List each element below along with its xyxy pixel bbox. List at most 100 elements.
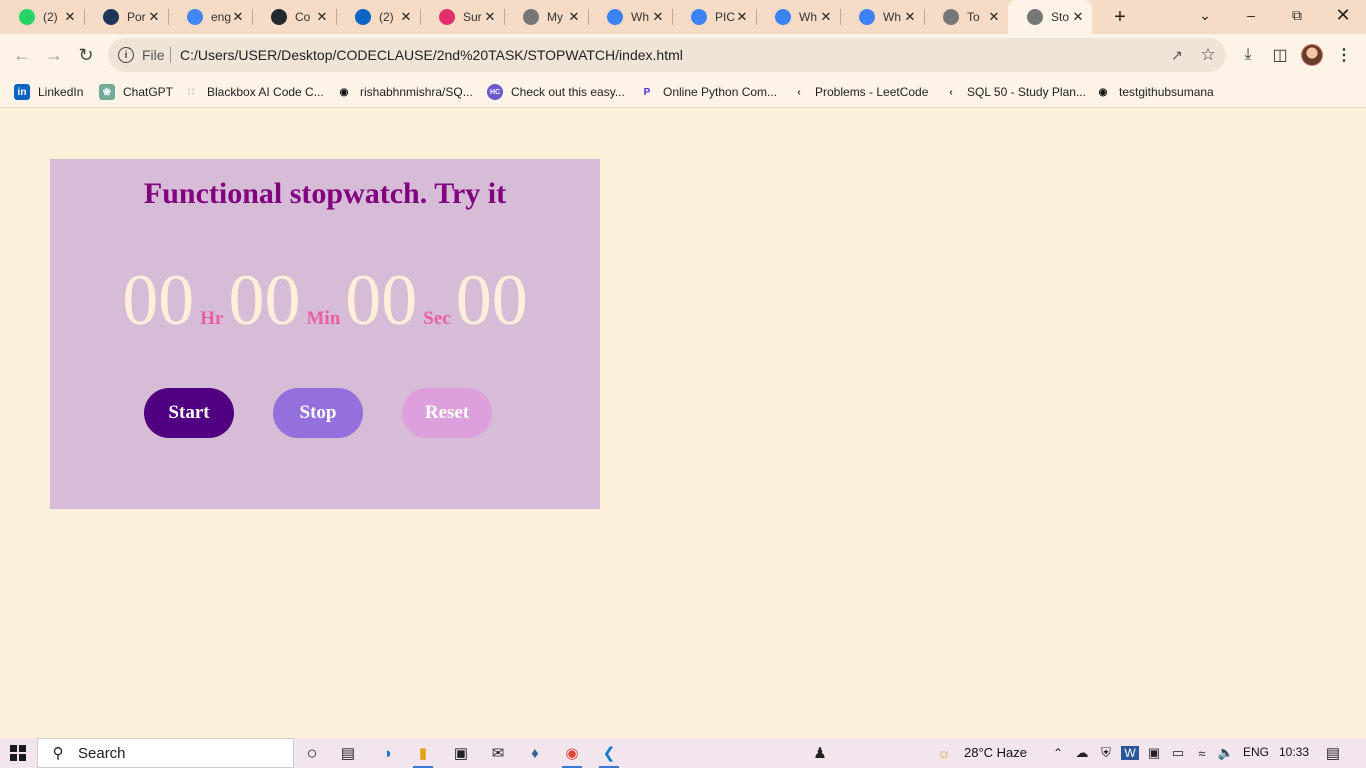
- info-icon[interactable]: i: [118, 47, 134, 63]
- leetcode-icon: ‹: [949, 86, 953, 98]
- bookmark-item[interactable]: ‹ SQL 50 - Study Plan...: [943, 82, 1086, 102]
- bookmark-label: rishabhnmishra/SQ...: [360, 85, 473, 99]
- bookmark-item[interactable]: P Online Python Com...: [639, 82, 777, 102]
- minutes-unit: Min: [306, 308, 341, 329]
- bookmark-label: ChatGPT: [123, 85, 174, 99]
- tab-close-icon[interactable]: ✕: [62, 9, 78, 25]
- volume-icon[interactable]: 🔈: [1214, 741, 1238, 765]
- tab-close-icon[interactable]: ✕: [902, 9, 918, 25]
- task-view-icon[interactable]: ▤: [336, 741, 360, 765]
- defender-icon[interactable]: ⛨: [1094, 741, 1118, 765]
- tab-close-icon[interactable]: ✕: [818, 9, 834, 25]
- forward-arrow-icon[interactable]: →: [41, 42, 67, 68]
- wifi-icon[interactable]: ≈: [1190, 741, 1214, 765]
- word-icon[interactable]: W: [1118, 741, 1142, 765]
- minimize-button[interactable]: –: [1228, 0, 1274, 30]
- onedrive-icon[interactable]: ☁: [1070, 741, 1094, 765]
- edge-icon[interactable]: ◑: [375, 741, 399, 765]
- bookmark-label: Problems - LeetCode: [815, 85, 929, 99]
- bookmark-item[interactable]: in LinkedIn: [14, 82, 83, 102]
- window-close-button[interactable]: ✕: [1320, 0, 1366, 30]
- download-icon[interactable]: ⤓: [1236, 43, 1260, 67]
- menu-kebab-icon[interactable]: ⋮: [1332, 43, 1356, 67]
- browser-tab[interactable]: Wh ✕: [588, 0, 672, 34]
- tab-close-icon[interactable]: ✕: [398, 9, 414, 25]
- reload-icon[interactable]: ↻: [73, 42, 99, 68]
- weather-icon[interactable]: ☼: [932, 741, 956, 765]
- chrome-icon[interactable]: ◉: [560, 741, 584, 768]
- browser-tab[interactable]: Co ✕: [252, 0, 336, 34]
- url-text[interactable]: C:/Users/USER/Desktop/CODECLAUSE/2nd%20T…: [180, 47, 683, 63]
- language-indicator[interactable]: ENG: [1243, 745, 1269, 759]
- globe-icon: [523, 9, 539, 25]
- bookmarks-bar: in LinkedIn ❀ ChatGPT ∷ Blackbox AI Code C...…: [0, 76, 1366, 108]
- browser-tab[interactable]: Por ✕: [84, 0, 168, 34]
- tab-close-icon[interactable]: ✕: [986, 9, 1002, 25]
- tab-close-icon[interactable]: ✕: [230, 9, 246, 25]
- store-icon[interactable]: ▣: [449, 741, 473, 765]
- bookmark-item[interactable]: ❀ ChatGPT: [99, 82, 173, 102]
- clock-time[interactable]: 10:33: [1279, 745, 1309, 759]
- postgres-icon[interactable]: ♦: [523, 741, 547, 765]
- browser-tab[interactable]: Sur ✕: [420, 0, 504, 34]
- new-tab-button[interactable]: +: [1108, 5, 1132, 29]
- meet-icon[interactable]: ▣: [1142, 741, 1166, 765]
- windows-start-icon[interactable]: [10, 745, 26, 761]
- stopwatch-title: Functional stopwatch. Try it: [143, 177, 507, 210]
- hours-unit: Hr: [200, 308, 224, 329]
- tab-search-chevron-icon[interactable]: ⌄: [1182, 0, 1228, 30]
- bookmark-star-icon[interactable]: ☆: [1198, 45, 1218, 65]
- browser-tab[interactable]: eng ✕: [168, 0, 252, 34]
- tab-close-icon[interactable]: ✕: [650, 9, 666, 25]
- battery-icon[interactable]: ▭: [1166, 741, 1190, 765]
- centiseconds-value: 00: [455, 260, 528, 340]
- tray-chevron-icon[interactable]: ⌃: [1046, 741, 1070, 765]
- notifications-icon[interactable]: ▤: [1321, 741, 1345, 765]
- weather-text[interactable]: 28°C Haze: [964, 745, 1027, 760]
- side-panel-icon[interactable]: ◫: [1268, 43, 1292, 67]
- browser-tab[interactable]: Sto ✕: [1008, 0, 1092, 34]
- taskbar-search-box[interactable]: ⚲ Search: [37, 738, 294, 768]
- browser-tab[interactable]: Wh ✕: [840, 0, 924, 34]
- bookmark-label: Blackbox AI Code C...: [207, 85, 324, 99]
- bookmark-item[interactable]: ∷ Blackbox AI Code C...: [183, 82, 324, 102]
- bookmark-label: SQL 50 - Study Plan...: [967, 85, 1086, 99]
- browser-tab[interactable]: (2) ✕: [0, 0, 84, 34]
- time-display: 00 Hr 00 Min 00 Sec 00: [50, 264, 600, 336]
- browser-tab[interactable]: (2) ✕: [336, 0, 420, 34]
- file-explorer-icon[interactable]: ▮: [411, 741, 435, 768]
- mail-icon[interactable]: ✉: [486, 741, 510, 765]
- restore-button[interactable]: ⧉: [1274, 0, 1320, 30]
- browser-toolbar: ← → ↻ i File C:/Users/USER/Desktop/CODEC…: [0, 34, 1366, 76]
- bookmark-item[interactable]: ‹ Problems - LeetCode: [791, 82, 928, 102]
- reset-button[interactable]: Reset: [402, 388, 492, 438]
- github-icon: ◉: [339, 86, 349, 98]
- bookmark-item[interactable]: HC Check out this easy...: [487, 82, 625, 102]
- cortana-icon[interactable]: ○: [300, 741, 324, 765]
- profile-avatar[interactable]: [1301, 44, 1323, 66]
- start-button[interactable]: Start: [144, 388, 234, 438]
- browser-tab[interactable]: To ✕: [924, 0, 1008, 34]
- whatsapp-icon: [19, 9, 35, 25]
- browser-tab[interactable]: PIC ✕: [672, 0, 756, 34]
- instagram-icon: [439, 9, 455, 25]
- seconds-unit: Sec: [423, 308, 451, 329]
- tab-close-icon[interactable]: ✕: [482, 9, 498, 25]
- back-arrow-icon[interactable]: ←: [9, 42, 35, 68]
- tab-close-icon[interactable]: ✕: [314, 9, 330, 25]
- tab-close-icon[interactable]: ✕: [1070, 9, 1086, 25]
- browser-tab[interactable]: Wh ✕: [756, 0, 840, 34]
- browser-tab[interactable]: My ✕: [504, 0, 588, 34]
- tab-close-icon[interactable]: ✕: [146, 9, 162, 25]
- people-icon[interactable]: ♟: [808, 741, 832, 765]
- bookmark-item[interactable]: ◉ rishabhnmishra/SQ...: [336, 82, 473, 102]
- bookmark-item[interactable]: ◉ testgithubsumana: [1095, 82, 1214, 102]
- tab-close-icon[interactable]: ✕: [734, 9, 750, 25]
- google-icon: [187, 9, 203, 25]
- stop-button[interactable]: Stop: [273, 388, 363, 438]
- share-icon[interactable]: ↗: [1168, 46, 1186, 64]
- vscode-icon[interactable]: ❮: [597, 741, 621, 768]
- hc-icon: HC: [487, 84, 503, 100]
- tab-close-icon[interactable]: ✕: [566, 9, 582, 25]
- address-bar[interactable]: i File C:/Users/USER/Desktop/CODECLAUSE/…: [108, 38, 1226, 72]
